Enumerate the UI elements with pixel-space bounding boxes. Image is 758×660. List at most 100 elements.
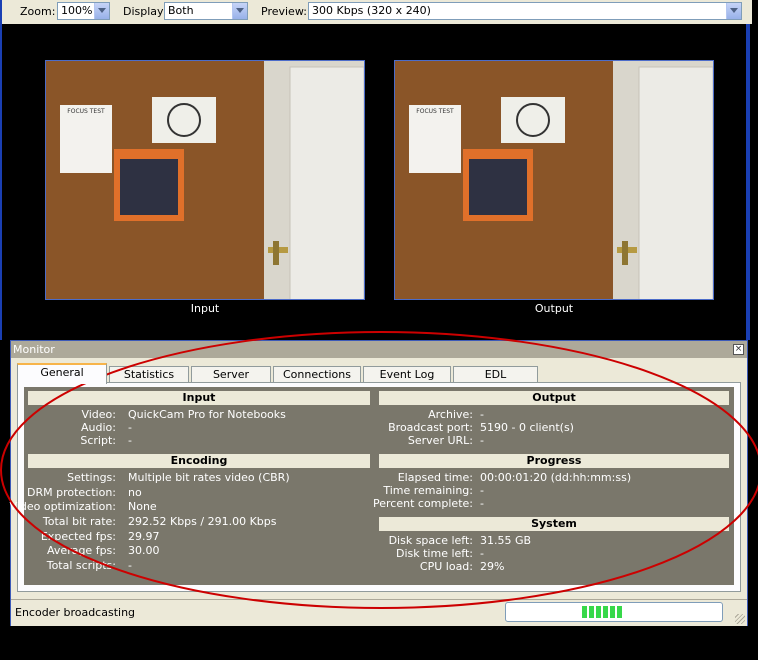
- row-key: Archive:: [428, 408, 473, 421]
- section-output-title: Output: [379, 391, 729, 405]
- monitor-panel: Monitor × General Statistics Server Conn…: [10, 340, 748, 626]
- encoder-activity-meter: [505, 602, 723, 622]
- chevron-down-icon[interactable]: [726, 3, 741, 19]
- display-label: Display:: [123, 5, 167, 18]
- row-value: 31.55 GB: [480, 534, 532, 547]
- preview-value: 300 Kbps (320 x 240): [312, 4, 431, 17]
- webcam-frame-image: FOCUS TEST: [395, 61, 713, 299]
- progress-segment: [596, 606, 601, 618]
- input-video-pane: FOCUS TEST: [45, 60, 365, 300]
- input-audio-row: Audio: -: [24, 421, 367, 434]
- zoom-label: Zoom:: [20, 5, 56, 18]
- progress-segment: [610, 606, 615, 618]
- encoding-settings-row: Settings: Multiple bit rates video (CBR): [24, 471, 367, 484]
- progress-segment: [617, 606, 622, 618]
- output-video-pane: FOCUS TEST: [394, 60, 714, 300]
- close-icon[interactable]: ×: [733, 344, 744, 355]
- section-progress-title: Progress: [379, 454, 729, 468]
- row-value: -: [480, 484, 484, 497]
- monitor-title-bar[interactable]: Monitor ×: [11, 341, 747, 358]
- toolbar: Zoom: 100% Display: Both Preview: 300 Kb…: [0, 0, 752, 24]
- row-value: 00:00:01:20 (dd:hh:mm:ss): [480, 471, 632, 484]
- section-system-title: System: [379, 517, 729, 531]
- row-key: Expected fps:: [40, 530, 116, 543]
- row-value: -: [480, 547, 484, 560]
- tab-edl[interactable]: EDL: [453, 366, 538, 383]
- tab-server[interactable]: Server: [191, 366, 271, 383]
- chevron-down-icon[interactable]: [232, 3, 247, 19]
- progress-percent-row: Percent complete: -: [373, 497, 729, 510]
- encoding-optimization-row: Video optimization: None: [10, 500, 367, 513]
- row-value: None: [128, 500, 157, 513]
- row-key: Script:: [80, 434, 116, 447]
- input-caption: Input: [190, 302, 220, 315]
- row-key: Disk time left:: [396, 547, 473, 560]
- output-caption: Output: [534, 302, 574, 315]
- row-key: Audio:: [81, 421, 116, 434]
- poster-text: FOCUS TEST: [416, 108, 454, 115]
- row-value: Multiple bit rates video (CBR): [128, 471, 290, 484]
- resize-grip-icon[interactable]: [735, 614, 745, 624]
- window-border-right: [746, 0, 750, 340]
- encoding-bitrate-row: Total bit rate: 292.52 Kbps / 291.00 Kbp…: [24, 515, 367, 528]
- chevron-down-icon[interactable]: [94, 3, 109, 19]
- progress-elapsed-row: Elapsed time: 00:00:01:20 (dd:hh:mm:ss): [379, 471, 729, 484]
- zoom-select[interactable]: 100%: [57, 2, 110, 20]
- row-value: 29.97: [128, 530, 160, 543]
- row-key: Disk space left:: [388, 534, 473, 547]
- input-script-row: Script: -: [24, 434, 367, 447]
- output-archive-row: Archive: -: [379, 408, 729, 421]
- row-value: 30.00: [128, 544, 160, 557]
- status-text: Encoder broadcasting: [15, 606, 136, 619]
- progress-segment: [589, 606, 594, 618]
- webcam-frame-image: FOCUS TEST: [46, 61, 364, 299]
- row-key: Video:: [81, 408, 116, 421]
- tab-event-log[interactable]: Event Log: [363, 366, 451, 383]
- row-key: Average fps:: [47, 544, 116, 557]
- row-value: -: [128, 434, 132, 447]
- preview-label: Preview:: [261, 5, 307, 18]
- display-select[interactable]: Both: [164, 2, 248, 20]
- row-key: Settings:: [67, 471, 116, 484]
- row-key: Percent complete:: [373, 497, 473, 510]
- encoding-expected-fps-row: Expected fps: 29.97: [24, 530, 367, 543]
- row-value: 29%: [480, 560, 505, 573]
- progress-segment: [582, 606, 587, 618]
- monitor-title: Monitor: [13, 343, 55, 356]
- encoding-drm-row: DRM protection: no: [24, 486, 367, 499]
- row-value: -: [480, 497, 484, 510]
- input-video-row: Video: QuickCam Pro for Notebooks: [24, 408, 367, 421]
- section-encoding-title: Encoding: [28, 454, 370, 468]
- system-cpu-row: CPU load: 29%: [379, 560, 729, 573]
- system-disk-time-row: Disk time left: -: [379, 547, 729, 560]
- tab-general[interactable]: General: [17, 363, 107, 384]
- zoom-value: 100%: [61, 4, 93, 17]
- row-key: Broadcast port:: [388, 421, 473, 434]
- display-value: Both: [168, 4, 194, 17]
- row-key: Total bit rate:: [42, 515, 116, 528]
- encoding-scripts-row: Total scripts: -: [24, 559, 367, 572]
- row-value: 292.52 Kbps / 291.00 Kbps: [128, 515, 277, 528]
- row-value: QuickCam Pro for Notebooks: [128, 408, 286, 421]
- row-value: 5190 - 0 client(s): [480, 421, 574, 434]
- section-input-title: Input: [28, 391, 370, 405]
- tab-statistics[interactable]: Statistics: [109, 366, 189, 383]
- output-port-row: Broadcast port: 5190 - 0 client(s): [379, 421, 729, 434]
- preview-select[interactable]: 300 Kbps (320 x 240): [308, 2, 742, 20]
- row-value: -: [128, 559, 132, 572]
- tab-connections[interactable]: Connections: [273, 366, 361, 383]
- row-key: Video optimization:: [9, 500, 116, 513]
- output-url-row: Server URL: -: [379, 434, 729, 447]
- poster-text: FOCUS TEST: [67, 108, 105, 115]
- row-key: Server URL:: [407, 434, 473, 447]
- progress-segment: [603, 606, 608, 618]
- row-key: DRM protection:: [27, 486, 116, 499]
- row-value: -: [480, 408, 484, 421]
- encoding-average-fps-row: Average fps: 30.00: [24, 544, 367, 557]
- video-preview-area: FOCUS TEST Input FOCUS TEST Output: [12, 24, 746, 337]
- row-key: Elapsed time:: [397, 471, 473, 484]
- monitor-info-grid: Input Video: QuickCam Pro for Notebooks …: [10, 387, 734, 585]
- row-key: CPU load:: [419, 560, 473, 573]
- row-value: -: [480, 434, 484, 447]
- progress-remaining-row: Time remaining: -: [379, 484, 729, 497]
